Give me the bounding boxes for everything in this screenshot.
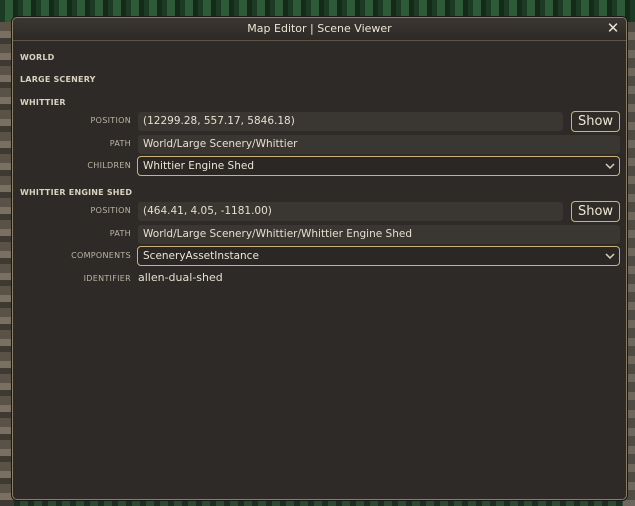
shed-show-button[interactable]: Show bbox=[571, 201, 620, 222]
shed-components-dropdown[interactable]: SceneryAssetInstance bbox=[137, 246, 620, 266]
shed-identifier-label: IDENTIFIER bbox=[83, 274, 131, 283]
tree-item-large-scenery[interactable]: LARGE SCENERY bbox=[20, 75, 96, 84]
whittier-path-label: PATH bbox=[109, 139, 131, 148]
shed-identifier-value: allen-dual-shed bbox=[138, 271, 223, 284]
tree-item-world[interactable]: WORLD bbox=[20, 53, 55, 62]
shed-components-value: SceneryAssetInstance bbox=[143, 250, 259, 262]
scene-viewer-window: Map Editor | Scene Viewer ✕ WORLD LARGE … bbox=[12, 17, 627, 500]
whittier-children-label: CHILDREN bbox=[87, 161, 131, 170]
shed-position-field[interactable]: (464.41, 4.05, -1181.00) bbox=[138, 202, 563, 221]
whittier-children-dropdown[interactable]: Whittier Engine Shed bbox=[137, 156, 620, 176]
section-whittier-engine-shed: WHITTIER ENGINE SHED bbox=[20, 188, 133, 197]
whittier-children-value: Whittier Engine Shed bbox=[143, 160, 254, 172]
chevron-down-icon bbox=[605, 253, 615, 260]
whittier-position-field[interactable]: (12299.28, 557.17, 5846.18) bbox=[138, 112, 563, 131]
shed-components-label: COMPONENTS bbox=[71, 251, 131, 260]
window-title: Map Editor | Scene Viewer bbox=[247, 22, 392, 35]
title-bar[interactable]: Map Editor | Scene Viewer ✕ bbox=[13, 18, 626, 41]
whittier-path-field[interactable]: World/Large Scenery/Whittier bbox=[138, 135, 620, 154]
close-icon[interactable]: ✕ bbox=[606, 21, 620, 36]
shed-path-field[interactable]: World/Large Scenery/Whittier/Whittier En… bbox=[138, 225, 620, 244]
chevron-down-icon bbox=[605, 163, 615, 170]
shed-position-label: POSITION bbox=[90, 206, 131, 215]
shed-path-label: PATH bbox=[109, 229, 131, 238]
section-whittier: WHITTIER bbox=[20, 98, 66, 107]
whittier-show-button[interactable]: Show bbox=[571, 111, 620, 132]
whittier-position-label: POSITION bbox=[90, 116, 131, 125]
